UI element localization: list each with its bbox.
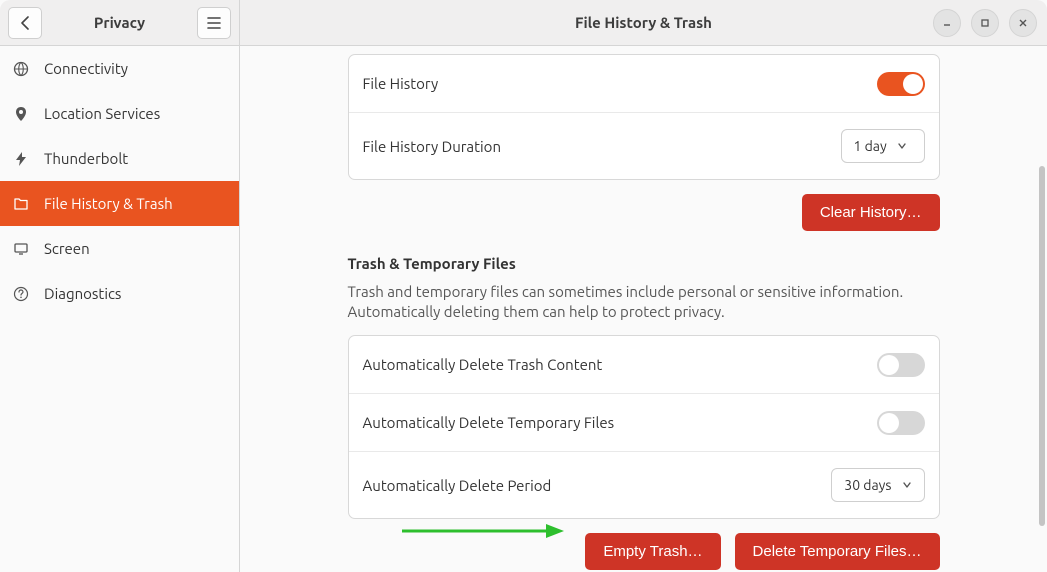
sidebar-item-screen[interactable]: Screen: [0, 226, 239, 271]
toggle-knob: [903, 74, 923, 94]
sidebar-item-label: Screen: [44, 240, 90, 257]
auto-delete-trash-label: Automatically Delete Trash Content: [363, 356, 603, 373]
trash-section: Trash & Temporary Files Trash and tempor…: [348, 255, 940, 570]
globe-icon: [12, 60, 30, 78]
toggle-knob: [879, 413, 899, 433]
select-value: 30 days: [844, 477, 891, 493]
auto-delete-temp-row: Automatically Delete Temporary Files: [349, 394, 939, 452]
settings-window: Privacy File History & Trash: [0, 0, 1047, 572]
maximize-button[interactable]: [971, 9, 999, 37]
scrollbar-thumb[interactable]: [1039, 166, 1045, 526]
thunderbolt-icon: [12, 150, 30, 168]
auto-delete-trash-row: Automatically Delete Trash Content: [349, 336, 939, 394]
auto-delete-temp-label: Automatically Delete Temporary Files: [363, 414, 615, 431]
back-button[interactable]: [8, 7, 42, 39]
page-title: File History & Trash: [248, 14, 1039, 31]
auto-delete-period-select[interactable]: 30 days: [831, 468, 924, 502]
titlebar: Privacy File History & Trash: [0, 0, 1047, 46]
file-history-card: File History File History Duration 1 day: [348, 54, 940, 180]
toggle-knob: [879, 355, 899, 375]
back-icon: [20, 16, 30, 30]
delete-temp-files-button[interactable]: Delete Temporary Files…: [735, 533, 940, 570]
trash-buttons-row: Empty Trash… Delete Temporary Files…: [348, 533, 940, 570]
file-history-toggle[interactable]: [877, 72, 925, 96]
auto-delete-temp-toggle[interactable]: [877, 411, 925, 435]
close-icon: [1018, 18, 1028, 28]
minimize-icon: [942, 18, 952, 28]
clear-history-row: Clear History…: [348, 194, 940, 231]
location-icon: [12, 105, 30, 123]
clear-history-button[interactable]: Clear History…: [802, 194, 940, 231]
menu-button[interactable]: [197, 7, 231, 39]
auto-delete-period-label: Automatically Delete Period: [363, 477, 552, 494]
sidebar-item-thunderbolt[interactable]: Thunderbolt: [0, 136, 239, 181]
empty-trash-button[interactable]: Empty Trash…: [585, 533, 720, 570]
scrollbar[interactable]: [1039, 46, 1047, 572]
file-history-duration-select[interactable]: 1 day: [841, 129, 925, 163]
chevron-down-icon: [902, 481, 912, 489]
sidebar-item-label: Connectivity: [44, 60, 128, 77]
folder-icon: [12, 195, 30, 213]
file-history-toggle-row: File History: [349, 55, 939, 113]
trash-section-desc: Trash and temporary files can sometimes …: [348, 282, 940, 321]
sidebar: Connectivity Location Services Thunderbo…: [0, 46, 240, 572]
hamburger-icon: [207, 17, 221, 29]
chevron-down-icon: [897, 142, 907, 150]
content-inner: File History File History Duration 1 day…: [348, 46, 940, 570]
file-history-label: File History: [363, 75, 439, 92]
monitor-icon: [12, 240, 30, 258]
minimize-button[interactable]: [933, 9, 961, 37]
file-history-duration-label: File History Duration: [363, 138, 502, 155]
titlebar-sidebar-region: Privacy: [0, 0, 240, 45]
question-icon: [12, 285, 30, 303]
sidebar-item-label: File History & Trash: [44, 195, 173, 212]
content-area: File History File History Duration 1 day…: [240, 46, 1047, 572]
close-button[interactable]: [1009, 9, 1037, 37]
sidebar-title: Privacy: [42, 14, 197, 31]
sidebar-item-label: Thunderbolt: [44, 150, 128, 167]
sidebar-item-location[interactable]: Location Services: [0, 91, 239, 136]
select-value: 1 day: [854, 138, 887, 154]
maximize-icon: [980, 18, 990, 28]
auto-delete-trash-toggle[interactable]: [877, 353, 925, 377]
titlebar-main-region: File History & Trash: [240, 0, 1047, 45]
sidebar-item-label: Location Services: [44, 105, 160, 122]
body: Connectivity Location Services Thunderbo…: [0, 46, 1047, 572]
sidebar-item-diagnostics[interactable]: Diagnostics: [0, 271, 239, 316]
sidebar-item-file-history-trash[interactable]: File History & Trash: [0, 181, 239, 226]
file-history-duration-row: File History Duration 1 day: [349, 113, 939, 179]
sidebar-item-label: Diagnostics: [44, 285, 121, 302]
trash-card: Automatically Delete Trash Content Autom…: [348, 335, 940, 519]
window-controls: [933, 9, 1037, 37]
sidebar-item-connectivity[interactable]: Connectivity: [0, 46, 239, 91]
auto-delete-period-row: Automatically Delete Period 30 days: [349, 452, 939, 518]
trash-section-title: Trash & Temporary Files: [348, 255, 940, 272]
